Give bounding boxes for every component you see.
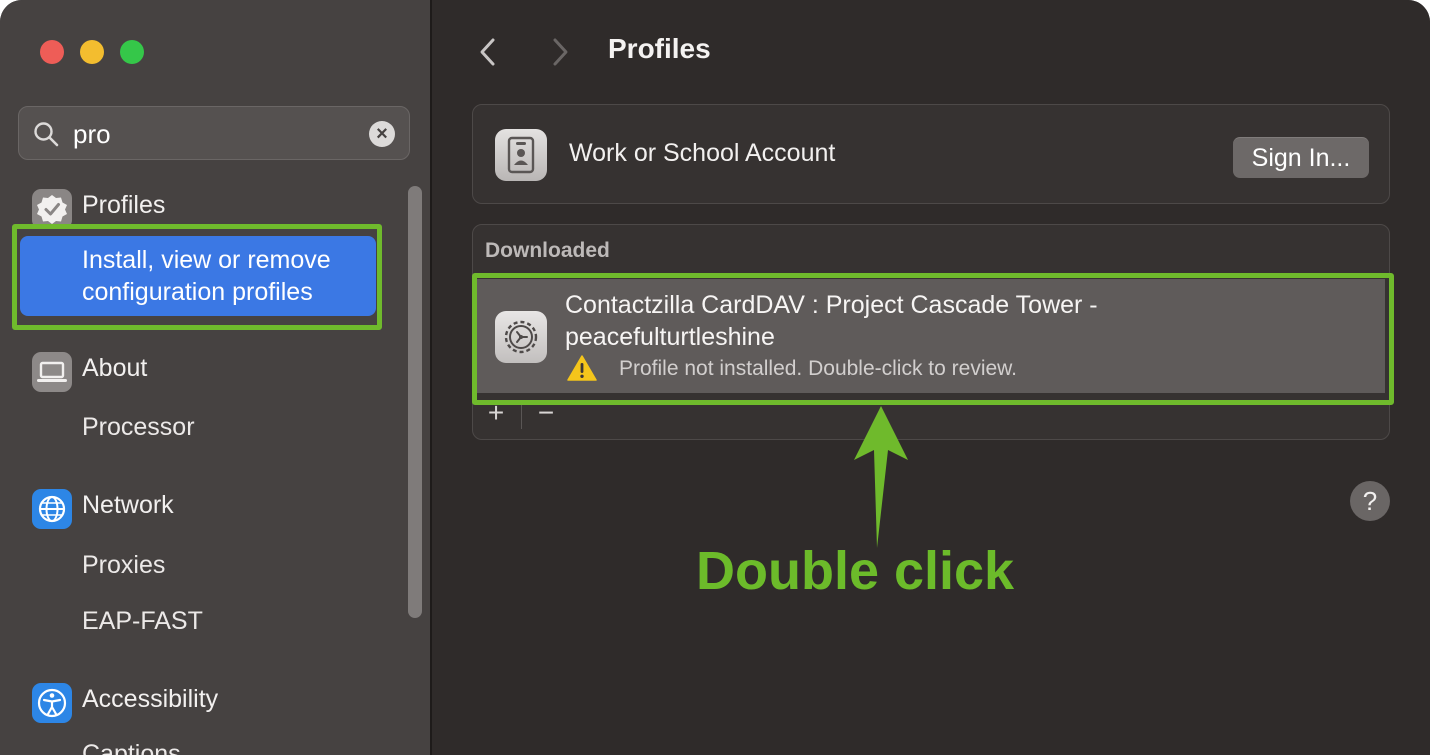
- profile-name: Contactzilla CardDAV : Project Cascade T…: [565, 289, 1098, 353]
- clear-search-icon[interactable]: ×: [369, 121, 395, 147]
- help-button[interactable]: ?: [1350, 481, 1390, 521]
- sign-in-button[interactable]: Sign In...: [1233, 137, 1369, 178]
- sidebar-item-label: About: [82, 354, 148, 382]
- sidebar-subitem-processor[interactable]: Processor: [82, 413, 195, 442]
- account-label: Work or School Account: [569, 139, 836, 167]
- sidebar-item-label: Profiles: [82, 191, 166, 219]
- downloaded-profiles-card: Downloaded Contactzilla CardDAV : Projec…: [472, 224, 1390, 440]
- sidebar-item-network[interactable]: Network: [0, 489, 400, 529]
- subitem-label-line2: configuration profiles: [82, 278, 313, 306]
- gear-icon: [495, 311, 547, 363]
- settings-window: × Profiles Install, view or remove confi…: [0, 0, 1430, 755]
- close-window-button[interactable]: [40, 40, 64, 64]
- sidebar-subitem-eap-fast[interactable]: EAP-FAST: [82, 607, 203, 636]
- sidebar-item-label: Network: [82, 491, 174, 519]
- laptop-icon: [32, 352, 72, 392]
- toolbar-divider: [521, 401, 522, 429]
- annotation-callout: Double click: [696, 541, 1015, 601]
- sidebar-subitem-captions[interactable]: Captions: [82, 740, 181, 755]
- checkmark-seal-icon: [32, 189, 72, 229]
- search-icon: [34, 122, 59, 147]
- main-pane: Profiles Work or School Account Sign In.…: [432, 0, 1430, 755]
- sidebar-item-accessibility[interactable]: Accessibility: [0, 683, 400, 723]
- chevron-left-icon[interactable]: [476, 36, 500, 68]
- sidebar-subitem-proxies[interactable]: Proxies: [82, 551, 165, 580]
- sidebar-item-about[interactable]: About: [0, 352, 400, 392]
- section-header-downloaded: Downloaded: [485, 239, 610, 262]
- add-profile-button[interactable]: +: [481, 397, 511, 429]
- accessibility-icon: [32, 683, 72, 723]
- sidebar-subitem-configuration-profiles[interactable]: Install, view or remove configuration pr…: [20, 236, 376, 316]
- sidebar-item-label: Accessibility: [82, 685, 219, 713]
- sidebar: × Profiles Install, view or remove confi…: [0, 0, 432, 755]
- subitem-label-line1: Install, view or remove: [82, 246, 331, 274]
- profile-name-line2: peacefulturtleshine: [565, 323, 775, 351]
- remove-profile-button[interactable]: −: [531, 397, 561, 429]
- profile-name-line1: Contactzilla CardDAV : Project Cascade T…: [565, 291, 1098, 319]
- work-school-account-card: Work or School Account Sign In...: [472, 104, 1390, 204]
- chevron-right-icon[interactable]: [548, 36, 572, 68]
- page-title: Profiles: [608, 33, 711, 64]
- warning-icon: [567, 355, 597, 381]
- profile-list-item[interactable]: Contactzilla CardDAV : Project Cascade T…: [477, 279, 1385, 393]
- sidebar-scrollbar[interactable]: [408, 186, 422, 618]
- sidebar-item-profiles[interactable]: Profiles: [0, 189, 400, 229]
- globe-icon: [32, 489, 72, 529]
- zoom-window-button[interactable]: [120, 40, 144, 64]
- minimize-window-button[interactable]: [80, 40, 104, 64]
- profile-status: Profile not installed. Double-click to r…: [619, 357, 1018, 380]
- search-field[interactable]: ×: [18, 106, 410, 160]
- search-input[interactable]: [73, 115, 373, 153]
- arrow-up-icon: [854, 406, 908, 548]
- id-badge-icon: [495, 129, 547, 181]
